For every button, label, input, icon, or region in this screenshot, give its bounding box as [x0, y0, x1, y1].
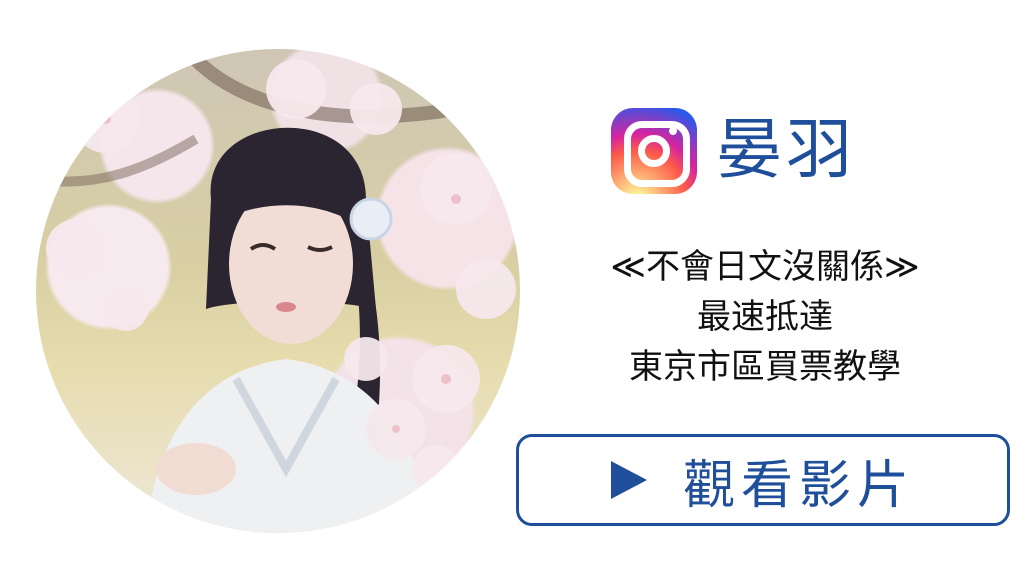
description-line-3: 東京市區買票教學 — [629, 347, 901, 387]
photo-illustration — [36, 49, 516, 533]
instagram-icon-dot — [669, 127, 677, 135]
watch-video-label: 觀看影片 — [682, 455, 915, 516]
profile-photo — [36, 49, 520, 533]
play-icon — [610, 461, 647, 499]
watch-video-button[interactable]: 觀看影片 — [516, 434, 1010, 526]
description-line-1: ≪不會日文沒關係≫ — [610, 247, 920, 287]
description: ≪不會日文沒關係≫ 最速抵達 東京市區買票教學 — [560, 242, 970, 392]
account-name[interactable]: 晏羽 — [716, 110, 856, 190]
description-line-2: 最速抵達 — [697, 297, 833, 337]
instagram-icon-lens — [638, 135, 670, 167]
promo-card: 晏羽 ≪不會日文沒關係≫ 最速抵達 東京市區買票教學 觀看影片 — [0, 0, 1030, 579]
instagram-icon[interactable] — [611, 108, 697, 194]
